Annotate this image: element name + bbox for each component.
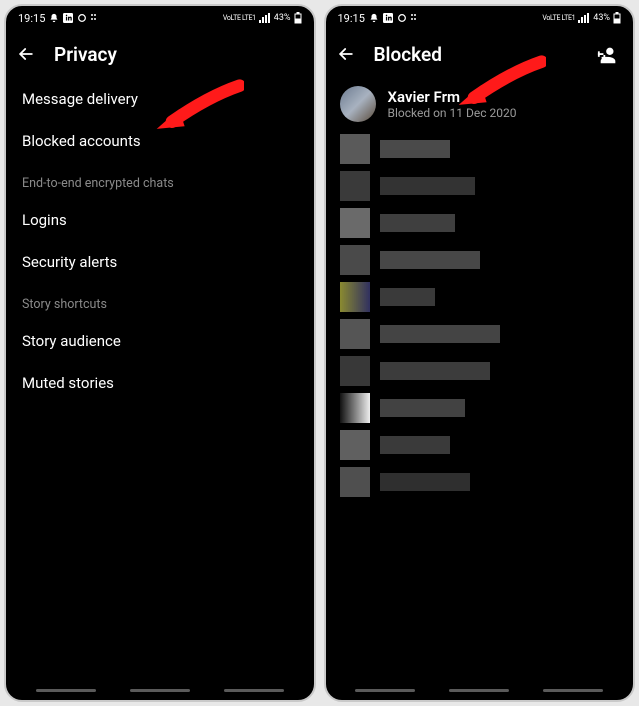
nav-home[interactable]: [449, 689, 509, 692]
status-time: 19:15: [338, 12, 365, 25]
nav-back[interactable]: [543, 689, 603, 692]
nav-home[interactable]: [130, 689, 190, 692]
blocked-user-subtitle: Blocked on 11 Dec 2020: [388, 106, 517, 120]
status-bar: 19:15 VoLTE LTE1 43%: [6, 6, 314, 30]
menu-item-security-alerts[interactable]: Security alerts: [6, 241, 314, 283]
network-label: VoLTE LTE1: [223, 15, 256, 22]
battery-icon: [294, 12, 302, 24]
list-item[interactable]: [336, 206, 624, 240]
more-icon: [411, 13, 417, 23]
back-arrow-icon[interactable]: [336, 44, 356, 64]
menu-item-story-audience[interactable]: Story audience: [6, 320, 314, 362]
phone-privacy-screen: 19:15 VoLTE LTE1 43%: [4, 4, 316, 702]
pixelated-blocked-list: [326, 130, 634, 499]
linkedin-icon: [63, 13, 73, 23]
add-person-icon[interactable]: [597, 44, 619, 66]
list-item[interactable]: [336, 280, 624, 314]
list-item[interactable]: [336, 243, 624, 277]
status-time: 19:15: [18, 12, 45, 25]
nav-recent[interactable]: [36, 689, 96, 692]
section-e2e: End-to-end encrypted chats: [6, 162, 314, 199]
list-item[interactable]: [336, 132, 624, 166]
header: Privacy: [6, 30, 314, 78]
list-item[interactable]: [336, 317, 624, 351]
list-item[interactable]: [336, 428, 624, 462]
menu-item-muted-stories[interactable]: Muted stories: [6, 362, 314, 404]
status-bar: 19:15 VoLTE LTE1 43%: [326, 6, 634, 30]
battery-percent: 43%: [274, 13, 291, 23]
list-item[interactable]: [336, 354, 624, 388]
circle-icon: [77, 13, 87, 23]
circle-icon: [397, 13, 407, 23]
android-nav-bar: [6, 680, 314, 700]
page-title: Privacy: [54, 43, 117, 66]
bell-icon: [49, 13, 59, 23]
nav-back[interactable]: [224, 689, 284, 692]
network-label: VoLTE LTE1: [542, 15, 575, 22]
signal-icon: [259, 13, 271, 23]
linkedin-icon: [383, 13, 393, 23]
battery-percent: 43%: [593, 13, 610, 23]
more-icon: [91, 13, 97, 23]
header: Blocked: [326, 30, 634, 78]
blocked-user-name: Xavier Frm: [388, 88, 517, 106]
list-item[interactable]: [336, 391, 624, 425]
blocked-content: Xavier Frm Blocked on 11 Dec 2020: [326, 78, 634, 680]
section-story: Story shortcuts: [6, 283, 314, 320]
bell-icon: [369, 13, 379, 23]
list-item[interactable]: [336, 169, 624, 203]
menu-item-message-delivery[interactable]: Message delivery: [6, 78, 314, 120]
page-title: Blocked: [374, 43, 442, 66]
signal-icon: [578, 13, 590, 23]
phone-blocked-screen: 19:15 VoLTE LTE1 43%: [324, 4, 636, 702]
menu-item-logins[interactable]: Logins: [6, 199, 314, 241]
nav-recent[interactable]: [355, 689, 415, 692]
blocked-user-row[interactable]: Xavier Frm Blocked on 11 Dec 2020: [326, 78, 634, 130]
back-arrow-icon[interactable]: [16, 44, 36, 64]
privacy-content: Message delivery Blocked accounts End-to…: [6, 78, 314, 680]
list-item[interactable]: [336, 465, 624, 499]
avatar: [340, 86, 376, 122]
android-nav-bar: [326, 680, 634, 700]
menu-item-blocked-accounts[interactable]: Blocked accounts: [6, 120, 314, 162]
battery-icon: [613, 12, 621, 24]
